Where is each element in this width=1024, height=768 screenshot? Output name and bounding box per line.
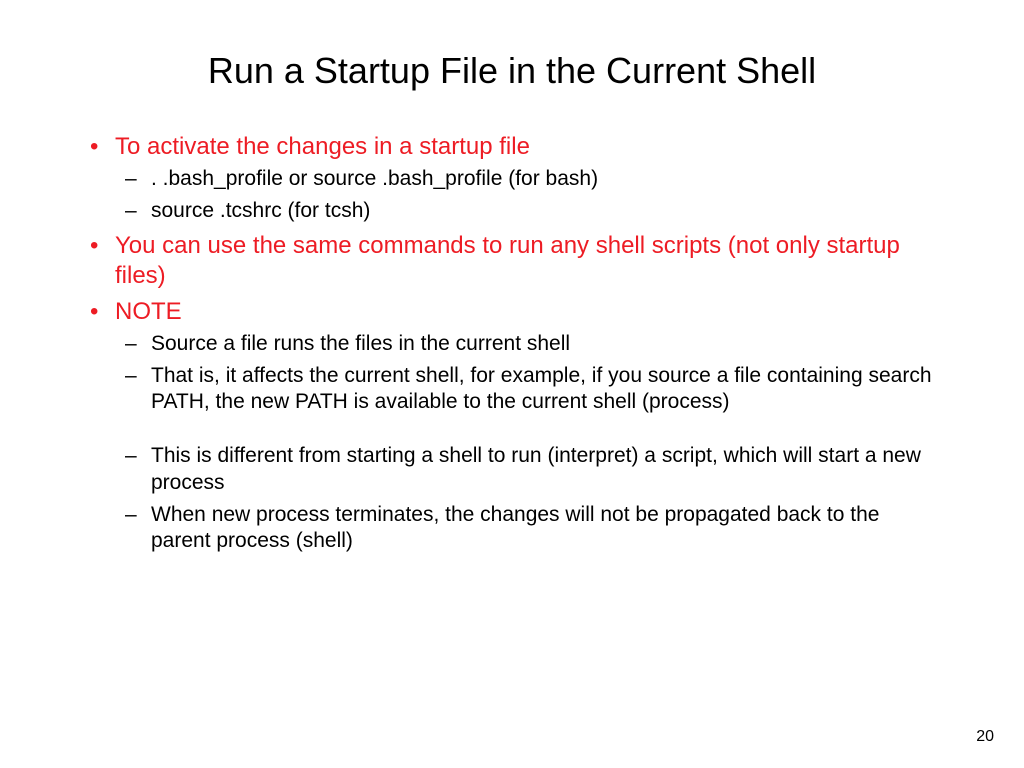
- bullet-text: To activate the changes in a startup fil…: [115, 133, 530, 160]
- sub-item: Source a file runs the files in the curr…: [115, 331, 944, 357]
- bullet-list: To activate the changes in a startup fil…: [80, 132, 944, 554]
- sub-item: When new process terminates, the changes…: [115, 502, 944, 555]
- sub-list: This is different from starting a shell …: [115, 443, 944, 554]
- bullet-item: NOTE Source a file runs the files in the…: [80, 297, 944, 555]
- bullet-text: You can use the same commands to run any…: [115, 232, 900, 289]
- sub-list: . .bash_profile or source .bash_profile …: [115, 166, 944, 225]
- bullet-item: You can use the same commands to run any…: [80, 231, 944, 291]
- slide-title: Run a Startup File in the Current Shell: [80, 50, 944, 92]
- slide: Run a Startup File in the Current Shell …: [0, 0, 1024, 590]
- sub-list: Source a file runs the files in the curr…: [115, 331, 944, 416]
- page-number: 20: [976, 728, 994, 746]
- bullet-text: NOTE: [115, 298, 182, 325]
- bullet-item: To activate the changes in a startup fil…: [80, 132, 944, 225]
- sub-item: That is, it affects the current shell, f…: [115, 363, 944, 416]
- vertical-gap: [115, 421, 944, 439]
- sub-item: This is different from starting a shell …: [115, 443, 944, 496]
- sub-item: . .bash_profile or source .bash_profile …: [115, 166, 944, 192]
- sub-item: source .tcshrc (for tcsh): [115, 198, 944, 224]
